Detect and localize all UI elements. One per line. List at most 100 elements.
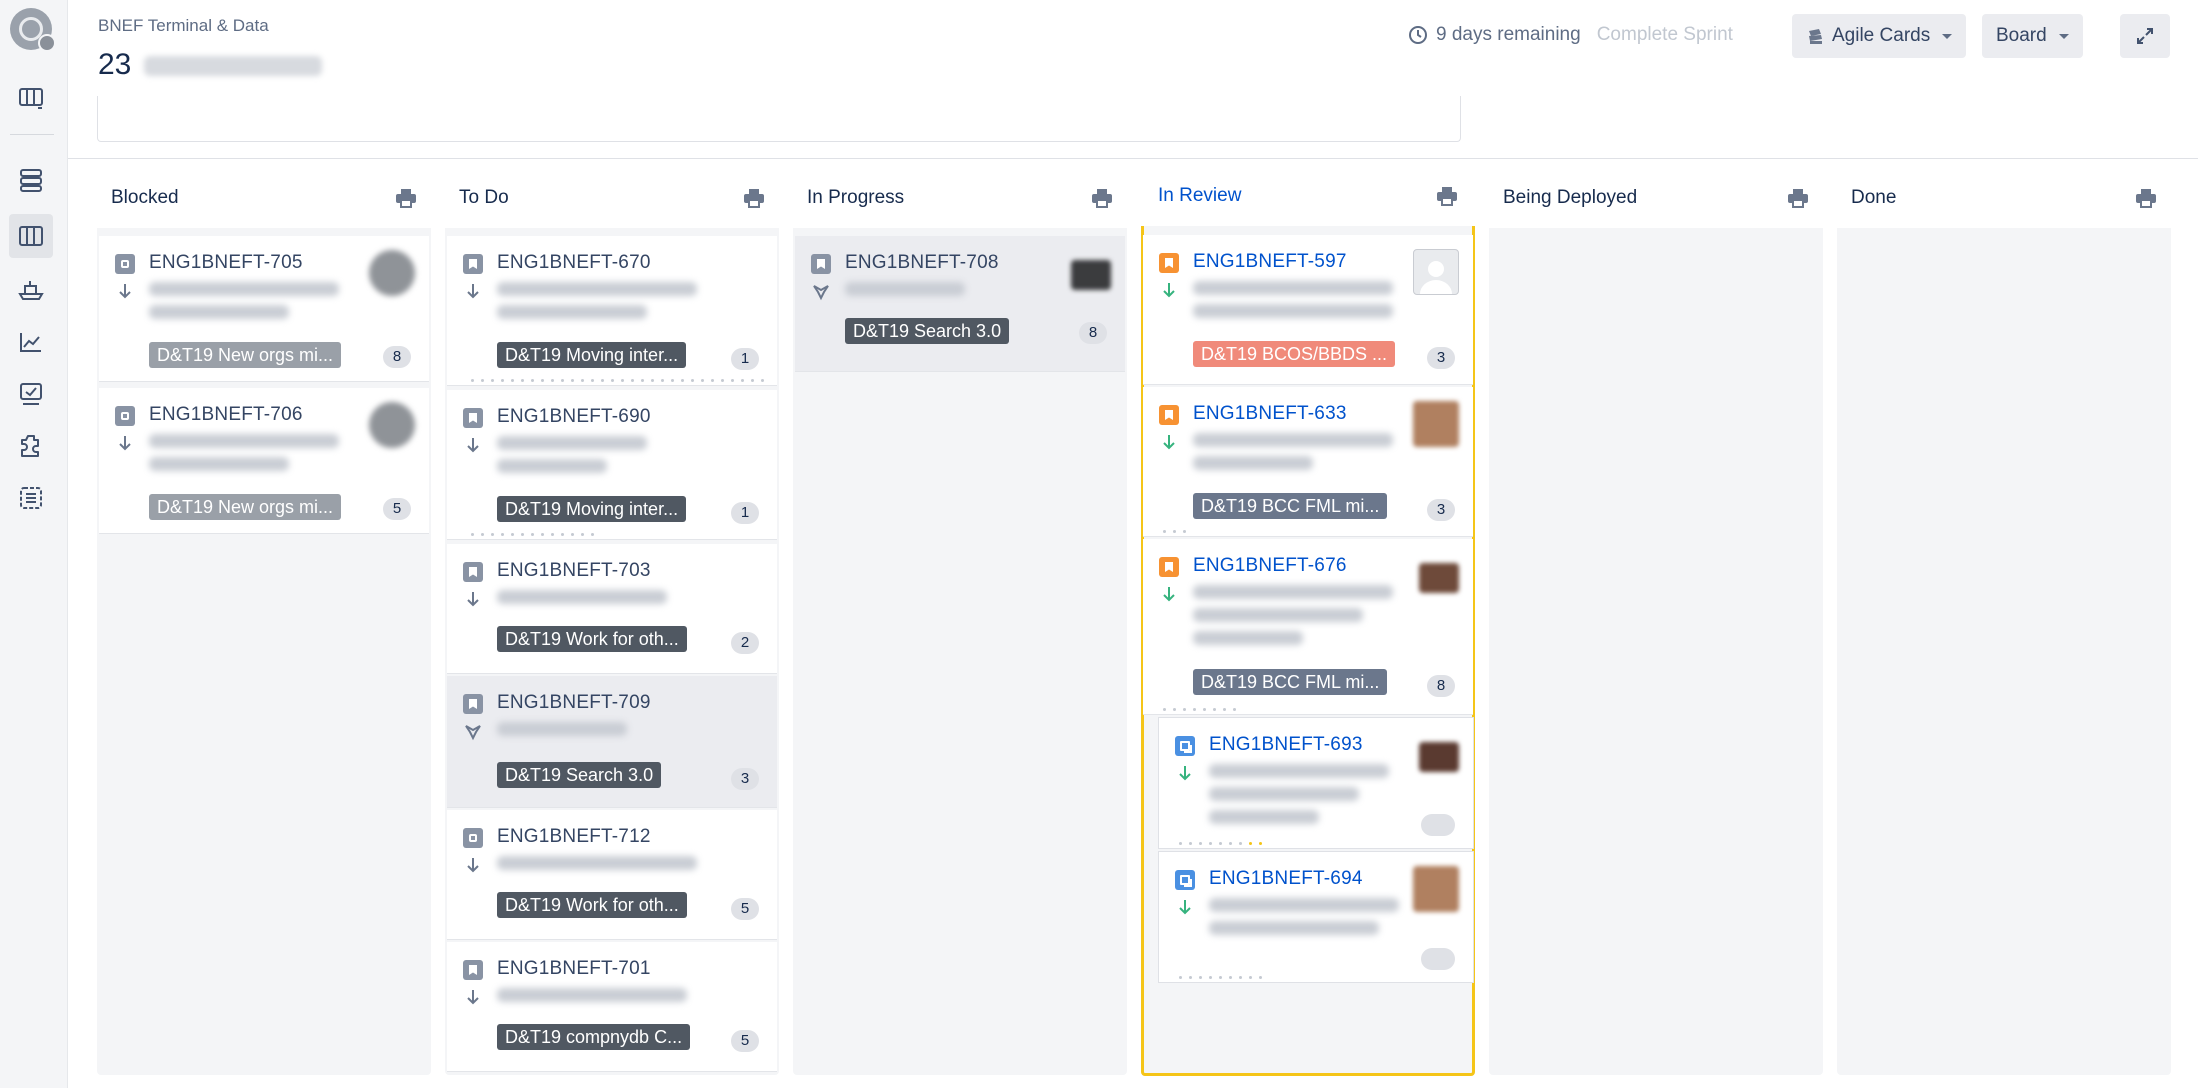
epic-label[interactable]: D&T19 New orgs mi...: [149, 342, 342, 368]
agile-cards-button[interactable]: Agile Cards: [1792, 14, 1967, 58]
complete-sprint-link[interactable]: Complete Sprint: [1597, 24, 1733, 46]
sprint-goal-field[interactable]: [97, 96, 1461, 142]
epic-label[interactable]: D&T19 BCC FML mi...: [1193, 669, 1388, 695]
story-points-badge: [1421, 948, 1455, 970]
issue-card[interactable]: ENG1BNEFT-670 D&T19 Moving inter... 1: [447, 236, 777, 386]
story-points-badge: 3: [1427, 347, 1455, 369]
issue-key[interactable]: ENG1BNEFT-703: [497, 560, 651, 582]
issue-summary-redacted: [497, 722, 627, 745]
issue-key[interactable]: ENG1BNEFT-694: [1209, 868, 1363, 890]
progress-dots: [471, 533, 594, 536]
assignee-avatar[interactable]: [1071, 260, 1111, 290]
story-type-icon: [463, 408, 483, 428]
board-icon[interactable]: [9, 76, 53, 120]
issues-icon[interactable]: [9, 372, 53, 416]
progress-dots: [471, 379, 764, 382]
sprint-time-remaining: 9 days remaining Complete Sprint: [1408, 24, 1733, 46]
board-button[interactable]: Board: [1982, 14, 2083, 58]
print-icon[interactable]: [1091, 188, 1113, 208]
column-being-deployed: Being Deployed: [1489, 168, 1823, 1075]
epic-label[interactable]: D&T19 Work for oth...: [497, 626, 687, 652]
epic-label[interactable]: D&T19 BCOS/BBDS ...: [1193, 341, 1396, 367]
arrow-down-priority-icon: [467, 438, 479, 453]
backlog-icon[interactable]: [9, 158, 53, 202]
chevron-down-icon: [2058, 33, 2069, 39]
arrow-down-priority-icon: [1163, 587, 1175, 602]
reports-icon[interactable]: [9, 320, 53, 364]
checklist-icon[interactable]: [9, 476, 53, 520]
task-type-icon: [115, 406, 135, 426]
column-in-review: In Review ENG1BNEFT-597 D&T19 BCOS/BBDS …: [1141, 166, 1475, 1076]
issue-key[interactable]: ENG1BNEFT-690: [497, 406, 651, 428]
story-points-badge: [1421, 814, 1455, 836]
column-header: In Progress: [793, 168, 1127, 228]
assignee-avatar[interactable]: [1419, 563, 1459, 593]
issue-card[interactable]: ENG1BNEFT-701 D&T19 compnydb C... 5: [447, 942, 777, 1072]
print-icon[interactable]: [1787, 188, 1809, 208]
breadcrumb[interactable]: BNEF Terminal & Data: [98, 16, 269, 36]
issue-summary-redacted: [1193, 433, 1393, 479]
issue-key[interactable]: ENG1BNEFT-708: [845, 252, 999, 274]
issue-key[interactable]: ENG1BNEFT-701: [497, 958, 651, 980]
issue-key[interactable]: ENG1BNEFT-712: [497, 826, 651, 848]
assignee-avatar[interactable]: [1413, 866, 1459, 912]
default-avatar-icon[interactable]: [1413, 249, 1459, 295]
print-icon[interactable]: [395, 188, 417, 208]
arrow-down-priority-icon: [1179, 900, 1191, 915]
epic-label[interactable]: D&T19 Moving inter...: [497, 496, 687, 522]
components-icon[interactable]: [9, 424, 53, 468]
issue-card[interactable]: ENG1BNEFT-705 D&T19 New orgs mi... 8: [99, 236, 429, 382]
assignee-avatar[interactable]: [1413, 401, 1459, 447]
story-type-icon: [463, 960, 483, 980]
issue-key[interactable]: ENG1BNEFT-693: [1209, 734, 1363, 756]
story-points-badge: 8: [383, 346, 411, 368]
epic-label[interactable]: D&T19 New orgs mi...: [149, 494, 342, 520]
story-points-badge: 8: [1079, 322, 1107, 344]
epic-label[interactable]: D&T19 Work for oth...: [497, 892, 687, 918]
issue-key[interactable]: ENG1BNEFT-706: [149, 404, 303, 426]
issue-key[interactable]: ENG1BNEFT-705: [149, 252, 303, 274]
epic-label[interactable]: D&T19 Moving inter...: [497, 342, 687, 368]
issue-key[interactable]: ENG1BNEFT-633: [1193, 403, 1347, 425]
epic-label[interactable]: D&T19 compnydb C...: [497, 1024, 691, 1050]
releases-icon[interactable]: [9, 268, 53, 312]
epic-label[interactable]: D&T19 Search 3.0: [497, 762, 662, 788]
issue-key[interactable]: ENG1BNEFT-709: [497, 692, 651, 714]
arrow-down-priority-icon: [467, 284, 479, 299]
issue-card[interactable]: ENG1BNEFT-709 D&T19 Search 3.0 3: [447, 676, 777, 808]
issue-card[interactable]: ENG1BNEFT-597 D&T19 BCOS/BBDS ... 3: [1143, 235, 1473, 385]
epic-label[interactable]: D&T19 Search 3.0: [845, 318, 1010, 344]
issue-key[interactable]: ENG1BNEFT-597: [1193, 251, 1347, 273]
active-sprint-icon[interactable]: [9, 214, 53, 258]
column-in-progress: In Progress ENG1BNEFT-708 D&T19 Search 3…: [793, 168, 1127, 1075]
assignee-avatar[interactable]: [369, 402, 415, 448]
assignee-avatar[interactable]: [369, 250, 415, 296]
arrow-down-priority-icon: [467, 592, 479, 607]
issue-key[interactable]: ENG1BNEFT-676: [1193, 555, 1347, 577]
issue-card[interactable]: ENG1BNEFT-676 D&T19 BCC FML mi... 8: [1143, 539, 1473, 715]
issue-card[interactable]: ENG1BNEFT-703 D&T19 Work for oth... 2: [447, 544, 777, 674]
issue-card[interactable]: ENG1BNEFT-708 D&T19 Search 3.0 8: [795, 236, 1125, 372]
issue-card[interactable]: ENG1BNEFT-706 D&T19 New orgs mi... 5: [99, 388, 429, 534]
column-done: Done: [1837, 168, 2171, 1075]
fullscreen-button[interactable]: [2120, 14, 2170, 58]
issue-card[interactable]: ENG1BNEFT-633 D&T19 BCC FML mi... 3: [1143, 387, 1473, 537]
issue-card[interactable]: ENG1BNEFT-712 D&T19 Work for oth... 5: [447, 810, 777, 940]
subtask-card[interactable]: ENG1BNEFT-694: [1158, 851, 1474, 983]
print-icon[interactable]: [743, 188, 765, 208]
arrow-down-priority-icon: [1179, 766, 1191, 781]
epic-label[interactable]: D&T19 BCC FML mi...: [1193, 493, 1388, 519]
story-points-badge: 8: [1427, 675, 1455, 697]
assignee-avatar[interactable]: [1419, 742, 1459, 772]
time-remaining-text: 9 days remaining: [1436, 24, 1581, 45]
progress-dots: [1179, 842, 1262, 845]
issue-key[interactable]: ENG1BNEFT-670: [497, 252, 651, 274]
subtask-card[interactable]: ENG1BNEFT-693: [1158, 717, 1474, 849]
print-icon[interactable]: [2135, 188, 2157, 208]
sprint-number: 23: [98, 48, 132, 81]
issue-card[interactable]: ENG1BNEFT-690 D&T19 Moving inter... 1: [447, 390, 777, 540]
story-points-badge: 3: [731, 768, 759, 790]
print-icon[interactable]: [1436, 186, 1458, 206]
project-avatar-icon[interactable]: [10, 8, 56, 52]
issue-summary-redacted: [149, 434, 339, 480]
